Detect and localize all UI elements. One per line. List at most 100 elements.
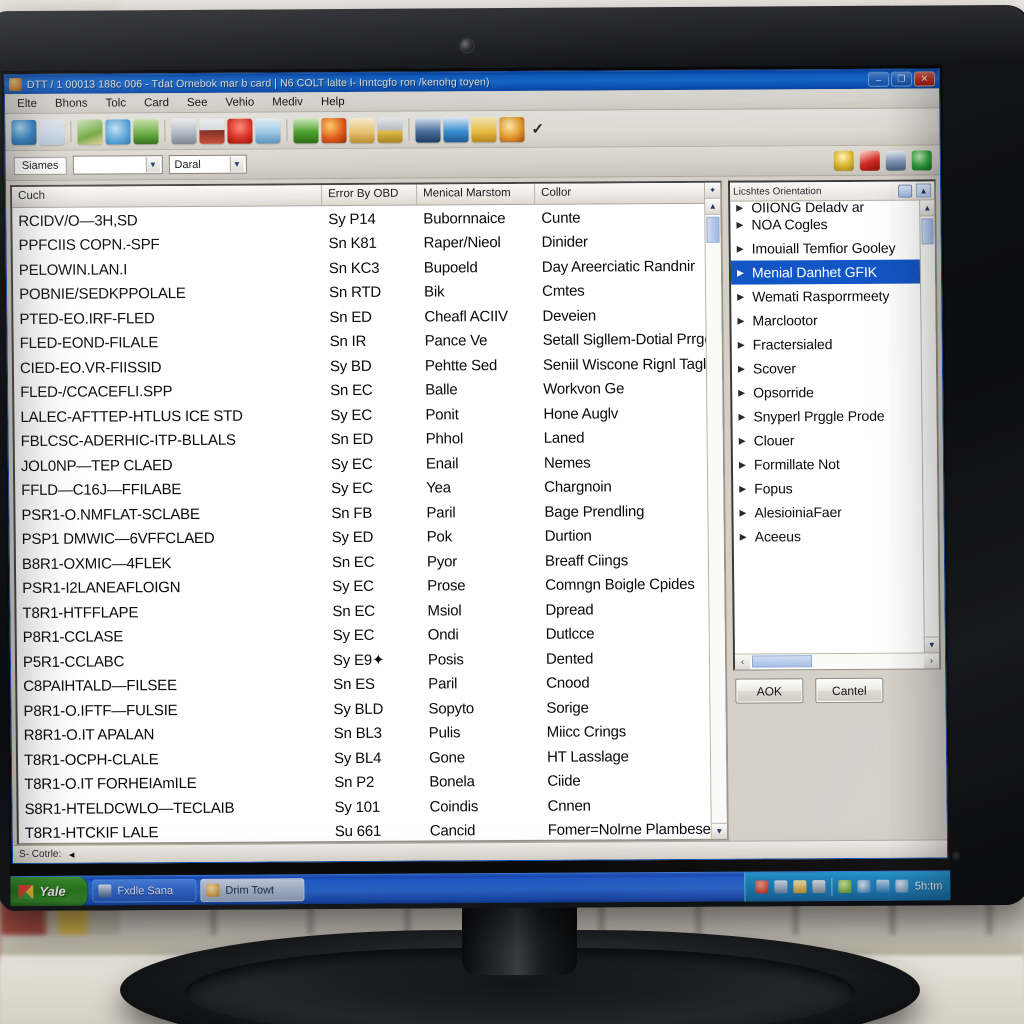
check-icon[interactable]: ✓ <box>531 120 544 138</box>
expand-icon[interactable]: ▶ <box>736 202 744 213</box>
scroll-sort-icon[interactable]: ✦ <box>705 182 721 199</box>
tree-item-selected[interactable]: ▶ Menial Danhet GFIK <box>730 259 936 285</box>
menu-item-tolc[interactable]: Tolc <box>97 95 134 111</box>
green-globe-icon[interactable] <box>911 149 932 171</box>
red-book-icon[interactable] <box>859 150 880 171</box>
scroll-right-button[interactable]: › <box>923 652 940 668</box>
expand-icon[interactable]: ▶ <box>737 243 745 254</box>
tree-hscroll-track[interactable] <box>749 652 925 670</box>
document-icon[interactable] <box>349 117 375 143</box>
tree-item[interactable]: ▶ Marclootor <box>731 307 935 332</box>
expand-icon[interactable]: ▶ <box>737 267 745 278</box>
scroll-left-button[interactable]: ‹ <box>734 654 751 670</box>
menu-item-bhons[interactable]: Bhons <box>47 95 96 111</box>
menu-item-elte[interactable]: Elte <box>9 95 45 111</box>
tree-scroll-up-button[interactable]: ▲ <box>920 200 935 217</box>
hand-write-icon[interactable] <box>77 118 103 145</box>
expand-icon[interactable]: ▶ <box>739 459 747 470</box>
disc-icon[interactable] <box>857 879 871 893</box>
globe-icon[interactable] <box>11 119 37 145</box>
cancel-button[interactable]: Cantel <box>815 677 884 704</box>
blue-icon[interactable] <box>876 879 890 893</box>
menu-item-see[interactable]: See <box>179 94 216 110</box>
tree-item[interactable]: ▶ AlesioiniaFaer <box>733 499 937 524</box>
power-icon[interactable] <box>838 879 852 894</box>
shield-icon[interactable] <box>755 880 769 894</box>
expand-icon[interactable]: ▶ <box>737 315 745 326</box>
expand-icon[interactable]: ▶ <box>738 339 746 350</box>
menu-item-card[interactable]: Card <box>136 95 177 111</box>
expand-icon[interactable]: ▶ <box>739 435 747 446</box>
satellite-icon[interactable] <box>415 116 441 143</box>
expand-icon[interactable]: ▶ <box>737 291 745 302</box>
tree-item[interactable]: ▶ Scover <box>732 355 936 380</box>
tree-item[interactable]: ▶ Wemati Rasporrmeety <box>731 283 935 308</box>
thumb-icon[interactable] <box>105 118 131 144</box>
data-list-view[interactable]: Cuch Error By OBD Menical Marstom Collor… <box>9 180 729 846</box>
tree-scroll-down-button[interactable]: ▼ <box>924 636 939 653</box>
plant-icon[interactable] <box>133 118 159 144</box>
grid-icon[interactable] <box>39 119 65 145</box>
tree-item[interactable]: ▶ Snyperl Prggle Prode <box>732 403 936 428</box>
chevron-down-icon[interactable]: ▼ <box>145 157 160 173</box>
tree-item[interactable]: ▶ NOA Cogles <box>730 211 934 236</box>
tree-item[interactable]: ▶ Opsorride <box>732 379 936 404</box>
volume-icon[interactable] <box>812 880 826 894</box>
menu-item-help[interactable]: Help <box>313 93 353 109</box>
expand-icon[interactable]: ▶ <box>739 483 747 494</box>
tree-item[interactable]: ▶ Fractersialed <box>732 331 936 356</box>
expand-icon[interactable]: ▶ <box>738 387 746 398</box>
net-icon[interactable] <box>774 880 788 894</box>
column-header-menical-marstom[interactable]: Menical Marstom <box>417 183 536 205</box>
ok-button[interactable]: AOK <box>735 678 804 704</box>
expand-icon[interactable]: ▶ <box>738 363 746 374</box>
tree-item[interactable]: ▶ Fopus <box>733 475 937 500</box>
tree-toggle-icon[interactable] <box>898 184 913 198</box>
expand-icon[interactable]: ▶ <box>738 411 746 422</box>
chart-icon[interactable] <box>443 116 469 142</box>
scroll-thumb[interactable] <box>706 216 720 243</box>
restore-button[interactable]: ❐ <box>890 71 913 87</box>
tree-icon[interactable] <box>255 117 281 144</box>
tree-item[interactable]: ▶ Imouiall Temfior Gooley <box>731 235 935 260</box>
location-pin-icon[interactable] <box>227 118 253 144</box>
tree-scroll-track[interactable] <box>920 216 939 637</box>
menu-item-vehio[interactable]: Vehio <box>217 94 262 110</box>
print-money-icon[interactable] <box>377 117 403 143</box>
sync-icon[interactable] <box>895 879 909 893</box>
folder-icon[interactable] <box>793 880 807 894</box>
bulb-icon[interactable] <box>833 150 854 171</box>
tree-item[interactable]: ▶ Formillate Not <box>733 451 937 476</box>
table-row[interactable]: T8R1-HTCKIF LALE Su 661 Cancid Fomer=Nolrne… <box>19 817 727 843</box>
tree-hscroll-thumb[interactable] <box>751 654 813 668</box>
scroll-up-button[interactable]: ▲ <box>705 198 721 215</box>
start-button[interactable]: Yale <box>10 876 89 907</box>
chevron-down-icon[interactable]: ▼ <box>229 156 244 172</box>
menu-item-mediv[interactable]: Mediv <box>264 94 311 110</box>
column-header-collor[interactable]: Collor <box>535 182 721 204</box>
close-button[interactable]: ✕ <box>913 71 936 87</box>
palette-icon[interactable] <box>321 117 347 143</box>
taskbar-button[interactable]: Fxdle Sana <box>92 878 197 903</box>
folder-icon[interactable] <box>471 116 497 142</box>
taskbar-button[interactable]: Drim Towt <box>200 878 305 902</box>
expand-icon[interactable]: ▶ <box>736 219 744 230</box>
clock[interactable]: 5h:tm <box>915 880 943 892</box>
expand-icon[interactable]: ▶ <box>740 531 748 542</box>
minimize-button[interactable]: – <box>867 71 890 87</box>
tree-item[interactable]: ▶ Clouer <box>733 427 937 452</box>
tree-scroll-thumb[interactable] <box>921 218 934 245</box>
filter-combo-2[interactable]: Daral ▼ <box>168 154 247 175</box>
burn-disc-icon[interactable] <box>499 116 525 142</box>
column-header-cuch[interactable]: Cuch <box>12 185 323 208</box>
mail-icon[interactable] <box>171 118 197 144</box>
collapse-icon[interactable]: ▲ <box>916 183 932 198</box>
scroll-down-button[interactable]: ▼ <box>711 822 727 839</box>
tree-horizontal-scrollbar[interactable]: ‹ › <box>734 652 940 670</box>
tree-view-box[interactable]: Licshtes Orientation ▲ ▶ QIIONG Delady ar… <box>727 179 942 671</box>
transfer-icon[interactable] <box>885 150 906 171</box>
column-header-error-by-obd[interactable]: Error By OBD <box>322 184 418 206</box>
filter-combo-1[interactable]: ▼ <box>72 155 163 175</box>
expand-icon[interactable]: ▶ <box>739 507 747 518</box>
spreadsheet-icon[interactable] <box>293 117 319 143</box>
